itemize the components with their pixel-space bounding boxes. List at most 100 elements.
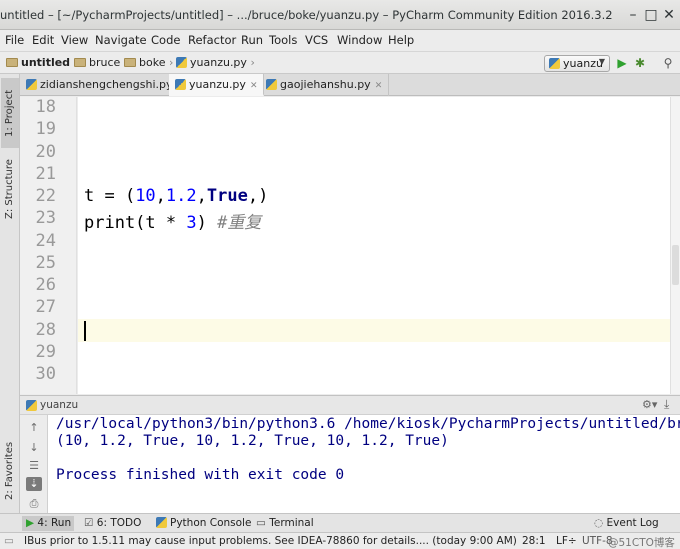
- todo-icon: ☑: [84, 517, 94, 529]
- line-number: 20: [35, 142, 56, 162]
- line-number: 29: [35, 342, 56, 362]
- close-icon[interactable]: ✕: [660, 6, 678, 24]
- breadcrumb-boke[interactable]: boke ›: [124, 56, 173, 69]
- python-console-icon: [156, 517, 167, 528]
- title-bar: untitled – [~/PycharmProjects/untitled] …: [0, 0, 680, 30]
- run-tool-tab[interactable]: ▶ 4: Run: [22, 516, 74, 531]
- line-number: 21: [35, 164, 56, 184]
- window-title: untitled – [~/PycharmProjects/untitled] …: [0, 8, 613, 22]
- code-editor[interactable]: t = (10,1.2,True,) print(t * 3) #重复: [78, 97, 670, 394]
- navigation-bar: untitled › bruce › boke › yuanzu.py › yu…: [0, 51, 680, 74]
- line-number: 28: [35, 320, 56, 340]
- hide-panel-icon[interactable]: ⤓: [664, 397, 669, 412]
- line-number: 27: [35, 297, 56, 317]
- console-output-line: (10, 1.2, True, 10, 1.2, True, 10, 1.2, …: [56, 433, 449, 449]
- maximize-icon[interactable]: □: [642, 6, 660, 24]
- line-number: 24: [35, 231, 56, 251]
- python-console-tool-tab[interactable]: Python Console: [152, 516, 255, 531]
- breadcrumb-yuanzu[interactable]: yuanzu.py ›: [176, 56, 255, 69]
- minimize-icon[interactable]: –: [624, 6, 642, 24]
- code-line-22: t = (10,1.2,True,): [84, 186, 269, 206]
- line-number: 25: [35, 253, 56, 273]
- favorites-tool-tab[interactable]: 2: Favorites: [1, 432, 19, 510]
- event-log-tool-tab[interactable]: ◌ Event Log: [590, 516, 663, 531]
- search-icon[interactable]: ⚲: [660, 55, 676, 71]
- console-exit-line: Process finished with exit code 0: [56, 467, 345, 483]
- line-number: 22: [35, 186, 56, 206]
- tab-zidianshengchengshi[interactable]: zidianshengchengshi.py✕: [20, 74, 192, 96]
- menu-navigate[interactable]: Navigate: [95, 33, 147, 47]
- menu-run[interactable]: Run: [241, 33, 263, 47]
- python-file-icon: [549, 58, 560, 69]
- breadcrumb-bruce[interactable]: bruce ›: [74, 56, 128, 69]
- line-number: 19: [35, 119, 56, 139]
- console-command-line: /usr/local/python3/bin/python3.6 /home/k…: [56, 416, 680, 432]
- line-number-gutter: 18 19 20 21 22 23 24 25 26 27 28 29 30: [20, 97, 77, 394]
- project-tool-tab[interactable]: 1: Project: [1, 78, 19, 148]
- structure-tool-tab[interactable]: Z: Structure: [1, 154, 19, 224]
- menu-window[interactable]: Window: [337, 33, 382, 47]
- arrow-up-icon[interactable]: ↑: [26, 421, 42, 435]
- breadcrumb-untitled[interactable]: untitled ›: [6, 56, 78, 69]
- run-panel-header: yuanzu ⚙▾ ⤓: [20, 395, 680, 415]
- menu-refactor[interactable]: Refactor: [188, 33, 236, 47]
- python-file-icon: [175, 79, 186, 90]
- debug-icon[interactable]: ✱: [632, 55, 648, 71]
- caret-position[interactable]: 28:1: [522, 535, 546, 547]
- editor-tabs: zidianshengchengshi.py✕ yuanzu.py✕ gaoji…: [20, 74, 680, 96]
- run-configuration-select[interactable]: yuanzu ▼: [544, 55, 610, 72]
- scrollbar-thumb[interactable]: [672, 245, 679, 285]
- run-panel-title: yuanzu: [40, 399, 79, 411]
- close-tab-icon[interactable]: ✕: [375, 81, 383, 91]
- menu-help[interactable]: Help: [388, 33, 414, 47]
- menu-view[interactable]: View: [61, 33, 88, 47]
- settings-gear-icon[interactable]: ⚙▾: [642, 398, 657, 411]
- python-file-icon: [266, 79, 277, 90]
- print-icon[interactable]: ⎙: [26, 497, 42, 511]
- folder-icon: [124, 58, 136, 67]
- python-file-icon: [26, 400, 37, 411]
- status-bar: ▭ IBus prior to 1.5.11 may cause input p…: [0, 532, 680, 549]
- folder-icon: [6, 58, 18, 67]
- tab-yuanzu[interactable]: yuanzu.py ✕: [169, 74, 265, 96]
- menu-tools[interactable]: Tools: [269, 33, 297, 47]
- line-number: 26: [35, 275, 56, 295]
- arrow-down-icon[interactable]: ↓: [26, 441, 42, 455]
- terminal-tool-tab[interactable]: ▭ Terminal: [252, 516, 318, 531]
- chevron-down-icon: ▼: [598, 57, 605, 66]
- text-caret: [84, 321, 86, 341]
- toggle-tool-windows-icon[interactable]: ▭: [4, 535, 14, 547]
- folder-icon: [74, 58, 86, 67]
- watermark: @51CTO博客: [608, 537, 675, 549]
- editor-scrollbar[interactable]: [670, 97, 680, 394]
- status-message[interactable]: IBus prior to 1.5.11 may cause input pro…: [24, 535, 517, 547]
- scroll-to-end-icon[interactable]: ⇣: [26, 477, 42, 491]
- chevron-right-icon: ›: [168, 56, 174, 69]
- terminal-icon: ▭: [256, 517, 266, 529]
- python-file-icon: [26, 79, 37, 90]
- chevron-right-icon: ›: [250, 56, 255, 69]
- line-number: 18: [35, 97, 56, 117]
- menu-file[interactable]: File: [5, 33, 24, 47]
- menu-vcs[interactable]: VCS: [305, 33, 328, 47]
- soft-wrap-icon[interactable]: ☰: [26, 459, 42, 473]
- bottom-tool-tabs: ▢ ▶ 4: Run ☑ 6: TODO Python Console ▭ Te…: [0, 513, 680, 532]
- python-file-icon: [176, 57, 187, 68]
- close-tab-icon[interactable]: ✕: [250, 81, 258, 91]
- menu-bar: File Edit View Navigate Code Refactor Ru…: [0, 30, 680, 51]
- code-line-23: print(t * 3) #重复: [84, 213, 262, 233]
- run-panel-toolbar: ↑ ↓ ☰ ⇣ ⎙: [20, 415, 48, 513]
- menu-edit[interactable]: Edit: [32, 33, 54, 47]
- tab-gaojiehanshu[interactable]: gaojiehanshu.py ✕: [260, 74, 390, 96]
- run-icon: ▶: [26, 517, 35, 529]
- event-log-icon: ◌: [594, 517, 604, 529]
- todo-tool-tab[interactable]: ☑ 6: TODO: [80, 516, 145, 531]
- run-icon[interactable]: ▶: [614, 55, 630, 71]
- menu-code[interactable]: Code: [151, 33, 180, 47]
- left-tool-strip: 1: Project Z: Structure 2: Favorites: [0, 74, 20, 513]
- line-number: 23: [35, 208, 56, 228]
- line-number: 30: [35, 364, 56, 384]
- line-separator[interactable]: LF÷: [556, 535, 577, 547]
- run-console[interactable]: /usr/local/python3/bin/python3.6 /home/k…: [48, 415, 680, 513]
- caret-line-highlight: [78, 319, 670, 342]
